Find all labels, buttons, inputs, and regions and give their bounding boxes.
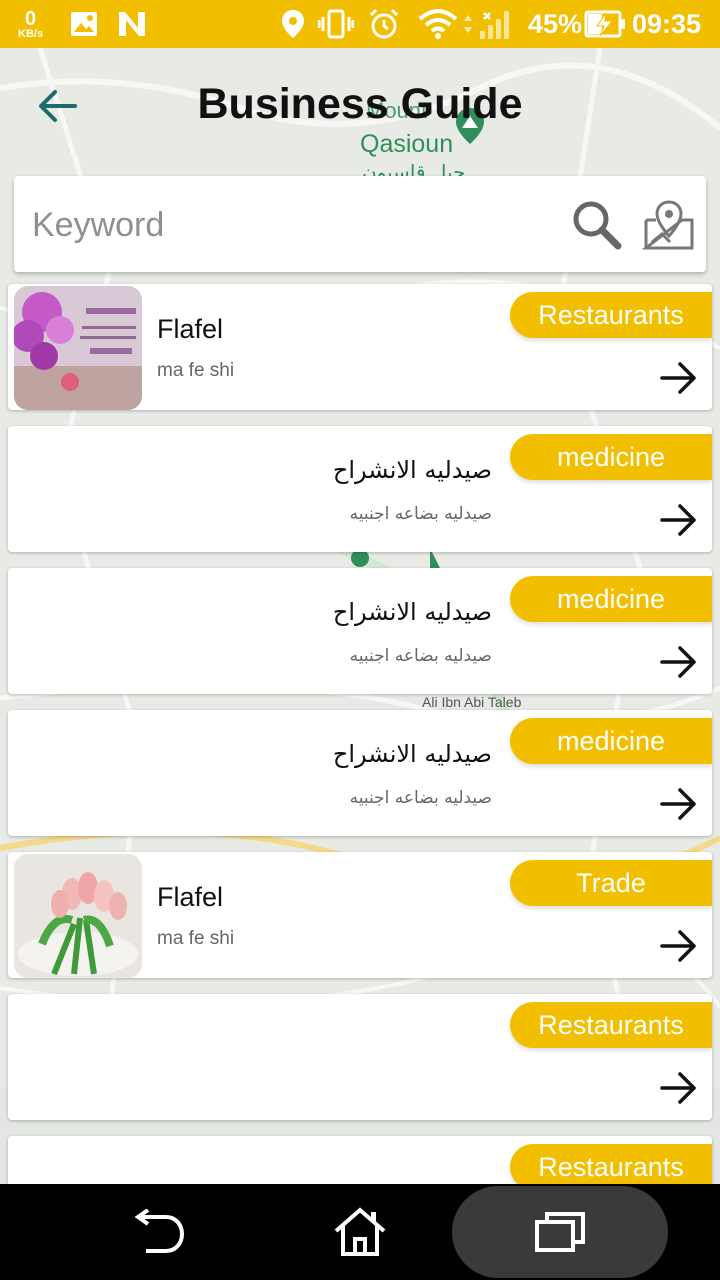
keyword-input[interactable]	[30, 176, 554, 274]
nav-home-button[interactable]	[320, 1184, 400, 1280]
page-title: Business Guide	[197, 80, 523, 128]
category-badge: medicine	[510, 576, 712, 622]
search-icon[interactable]	[570, 198, 624, 252]
search-bar	[14, 176, 706, 274]
business-thumbnail	[14, 854, 142, 978]
network-speed: 0 KB/s	[18, 0, 43, 48]
business-description: صيدليه بضاعه اجنبيه	[349, 646, 492, 666]
nav-recents-button[interactable]	[520, 1184, 600, 1280]
business-description: ma fe shi	[157, 360, 235, 381]
gallery-icon	[70, 0, 98, 48]
business-description: صيدليه بضاعه اجنبيه	[349, 788, 492, 808]
clock: 09:35	[632, 8, 702, 39]
battery-percent: 45%	[528, 8, 583, 39]
nav-back-button[interactable]	[120, 1184, 200, 1280]
business-card[interactable]: صيدليه الانشراح صيدليه بضاعه اجنبيه medi…	[8, 710, 712, 836]
wifi-icon	[418, 0, 458, 48]
arrow-right-icon[interactable]	[660, 928, 698, 964]
location-icon	[280, 0, 306, 48]
arrow-right-icon[interactable]	[660, 1070, 698, 1106]
battery-charging-icon	[584, 0, 626, 48]
business-card[interactable]: Flafel ma fe shi Trade	[8, 852, 712, 978]
business-thumbnail	[14, 286, 142, 410]
arrow-right-icon[interactable]	[660, 786, 698, 822]
business-description: ma fe shi	[157, 928, 235, 949]
business-card[interactable]: Restaurants	[8, 994, 712, 1120]
category-badge: Trade	[510, 860, 712, 906]
status-bar: 0 KB/s 45% 09:35	[0, 0, 720, 48]
business-card[interactable]: صيدليه الانشراح صيدليه بضاعه اجنبيه medi…	[8, 568, 712, 694]
category-badge: Restaurants	[510, 1002, 712, 1048]
category-badge: medicine	[510, 718, 712, 764]
business-name: صيدليه الانشراح	[332, 740, 492, 768]
network-speed-value: 0	[24, 7, 37, 30]
vibrate-icon	[318, 0, 354, 48]
n-app-icon	[116, 0, 148, 48]
category-badge: medicine	[510, 434, 712, 480]
business-description: صيدليه بضاعه اجنبيه	[349, 504, 492, 524]
map-pin-icon[interactable]	[641, 198, 696, 252]
business-card[interactable]: Flafel ma fe shi Restaurants	[8, 284, 712, 410]
nav-back-icon	[134, 1209, 185, 1253]
category-badge: Restaurants	[510, 292, 712, 338]
map-street-label: Ali Ibn Abi Taleb	[422, 694, 522, 710]
network-speed-unit: KB/s	[18, 27, 44, 40]
system-nav-bar	[0, 1184, 720, 1280]
business-card[interactable]: صيدليه الانشراح صيدليه بضاعه اجنبيه medi…	[8, 426, 712, 552]
arrow-right-icon[interactable]	[660, 360, 698, 396]
signal-icon	[462, 0, 518, 48]
business-name: صيدليه الانشراح	[332, 598, 492, 626]
nav-recents-icon	[535, 1212, 585, 1252]
business-name: Flafel	[157, 314, 224, 344]
arrow-right-icon[interactable]	[660, 502, 698, 538]
business-name: Flafel	[157, 882, 224, 912]
business-name: صيدليه الانشراح	[332, 456, 492, 484]
alarm-icon	[368, 0, 400, 48]
nav-home-icon	[334, 1207, 386, 1256]
arrow-right-icon[interactable]	[660, 644, 698, 680]
